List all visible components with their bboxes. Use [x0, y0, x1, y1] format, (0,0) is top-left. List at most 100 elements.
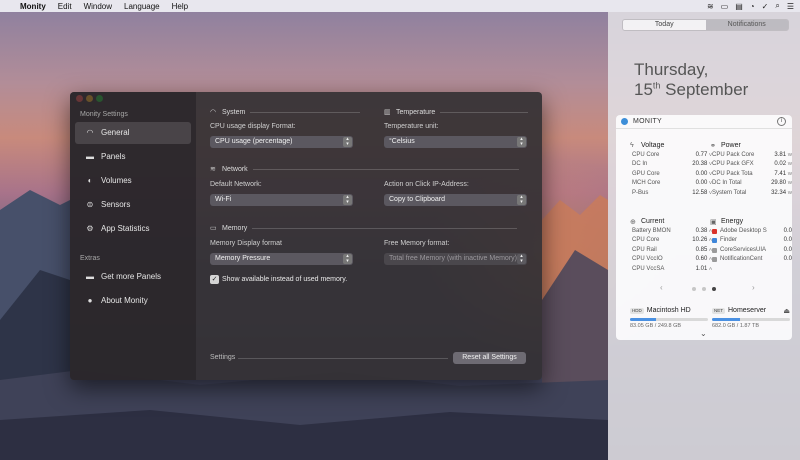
pager-dot[interactable]: [692, 287, 696, 291]
sidebar-item-sensors[interactable]: ⊜ Sensors: [75, 194, 191, 216]
thermometer-icon: ▥: [384, 109, 391, 116]
sensor-row: Finder 0.0: [710, 237, 792, 246]
drive-macintosh-hd: HDD Macintosh HD 83.05 GB / 249.8 GB: [630, 306, 708, 329]
sidebar-item-app-statistics[interactable]: ⚙ App Statistics: [75, 218, 191, 240]
menu-help[interactable]: Help: [172, 2, 188, 11]
available-memory-checkbox[interactable]: ✓: [210, 275, 219, 284]
power-block: ⚭ Power CPU Pack Core 3.81 W CPU Pack GFX…: [710, 140, 792, 199]
nc-date: 15th September: [634, 80, 748, 100]
row-label: CPU Pack Tota: [712, 170, 753, 177]
select-value: Total free Memory (with inactive Memory): [389, 255, 517, 262]
chart-icon[interactable]: ▤: [735, 2, 743, 11]
sidebar-item-get-more-panels[interactable]: ▬ Get more Panels: [75, 266, 191, 288]
eject-icon[interactable]: ⏏: [783, 307, 790, 315]
cpu-format-label: CPU usage display Format:: [210, 123, 296, 130]
list-icon[interactable]: ☰: [787, 2, 794, 11]
drive-usage-fill: [712, 318, 741, 321]
energy-title: ▣ Energy: [710, 216, 792, 227]
row-label: CPU Pack GFX: [712, 161, 754, 168]
sidebar-item-label: Get more Panels: [101, 272, 162, 281]
nc-tab-bar: Today Notifications: [622, 19, 789, 31]
divider: [252, 168, 519, 170]
monity-logo-icon: [621, 118, 628, 125]
drive-name: Homeserver: [728, 307, 767, 314]
row-label: DC In: [632, 161, 648, 168]
checkbox-label: Show available instead of used memory.: [222, 276, 348, 283]
free-memory-select[interactable]: Total free Memory (with inactive Memory)…: [384, 253, 527, 265]
sidebar-item-volumes[interactable]: ◐ Volumes: [75, 170, 191, 192]
cpu-format-select[interactable]: CPU usage (percentage) ▴ ▾: [210, 136, 353, 148]
sidebar-item-label: Volumes: [101, 176, 132, 185]
sensor-row: DC In 20.38 V: [630, 161, 712, 170]
menu-window[interactable]: Window: [84, 2, 112, 11]
row-label: System Total: [712, 189, 747, 196]
gauge-icon: ◠: [210, 109, 217, 116]
gauge-icon: ◠: [86, 128, 94, 137]
menu-app-name[interactable]: Monity: [20, 2, 46, 11]
tab-today[interactable]: Today: [623, 20, 706, 30]
pager-prev-icon[interactable]: ‹: [660, 283, 663, 292]
drive-header: NET Homeserver ⏏: [712, 306, 790, 315]
nc-day: Thursday,: [634, 60, 709, 79]
menu-language[interactable]: Language: [124, 2, 160, 11]
date-number: 15: [634, 80, 653, 99]
memory-display-select[interactable]: Memory Pressure ▴ ▾: [210, 253, 353, 265]
block-title: Power: [721, 142, 741, 149]
row-label: CPU Core: [632, 237, 660, 244]
updown-icon: ▴ ▾: [517, 254, 526, 264]
ip-action-select[interactable]: Copy to Clipboard ▴ ▾: [384, 194, 527, 206]
voltage-title: ϟ Voltage: [630, 140, 712, 151]
section-memory: ▭ Memory: [210, 224, 518, 232]
drive-usage-bar: [630, 318, 708, 321]
row-label: P-Bus: [632, 189, 649, 196]
chevron-down-icon[interactable]: ⌄: [700, 329, 707, 338]
sidebar-item-general[interactable]: ◠ General: [75, 122, 191, 144]
settings-content: ◠ System CPU usage display Format: CPU u…: [210, 108, 530, 378]
progress-icon[interactable]: ◔: [750, 2, 755, 11]
check-icon[interactable]: ✓: [762, 2, 769, 11]
reset-all-settings-button[interactable]: Reset all Settings: [453, 352, 526, 364]
row-value: 0.0: [783, 246, 792, 253]
sensor-row: DC In Total 29.80 W: [710, 180, 792, 189]
sensor-row: CPU VccIO 0.60 A: [630, 256, 712, 265]
pager-dot[interactable]: [702, 287, 706, 291]
current-icon: ⊕: [630, 218, 636, 226]
updown-icon: ▴ ▾: [343, 195, 352, 205]
memory-icon: ▭: [210, 225, 217, 232]
app-icon: [712, 257, 717, 263]
row-label: CoreServicesUIA: [720, 246, 767, 253]
menu-edit[interactable]: Edit: [58, 2, 72, 11]
default-network-select[interactable]: Wi-Fi ▴ ▾: [210, 194, 353, 206]
row-value: 1.01 A: [695, 265, 712, 272]
airplay-icon[interactable]: ▭: [721, 2, 729, 11]
pager-next-icon[interactable]: ›: [752, 283, 755, 292]
sidebar-item-panels[interactable]: ▬ Panels: [75, 146, 191, 168]
sidebar-item-label: App Statistics: [101, 224, 150, 233]
row-label: NotificationCent: [720, 256, 763, 263]
search-icon[interactable]: ⌕: [775, 1, 779, 11]
row-label: Battery BMON: [632, 228, 671, 234]
tab-notifications[interactable]: Notifications: [705, 20, 788, 30]
row-label: CPU Rail: [632, 246, 657, 253]
menu-bar: Monity Edit Window Language Help ≋ ▭ ▤ ◔…: [0, 0, 800, 12]
row-value: 0.0: [783, 237, 792, 244]
power-title: ⚭ Power: [710, 140, 792, 151]
sidebar-item-label: General: [101, 128, 130, 137]
sidebar-item-label: Panels: [101, 152, 126, 161]
memory-display-label: Memory Display format: [210, 240, 282, 247]
sidebar-item-about-monity[interactable]: ● About Monity: [75, 290, 191, 312]
wifi-icon[interactable]: ≋: [707, 2, 714, 11]
drive-name: Macintosh HD: [646, 307, 691, 314]
info-icon[interactable]: i: [777, 117, 786, 126]
updown-icon: ▴ ▾: [517, 137, 526, 147]
pager-dot-active[interactable]: [712, 287, 716, 291]
row-label: MCH Core: [632, 180, 661, 187]
sensor-row: CPU Pack GFX 0.02 W: [710, 161, 792, 170]
panels-icon: ▬: [86, 152, 94, 161]
drive-homeserver: NET Homeserver ⏏ 682.0 GB / 1.87 TB: [712, 306, 790, 329]
sidebar-item-label: Sensors: [101, 200, 131, 209]
row-value: 7.41 W: [774, 170, 792, 177]
temperature-unit-select[interactable]: °Celsius ▴ ▾: [384, 136, 527, 148]
row-value: 32.34 W: [771, 189, 792, 196]
available-memory-checkbox-row[interactable]: ✓ Show available instead of used memory.: [210, 275, 347, 284]
